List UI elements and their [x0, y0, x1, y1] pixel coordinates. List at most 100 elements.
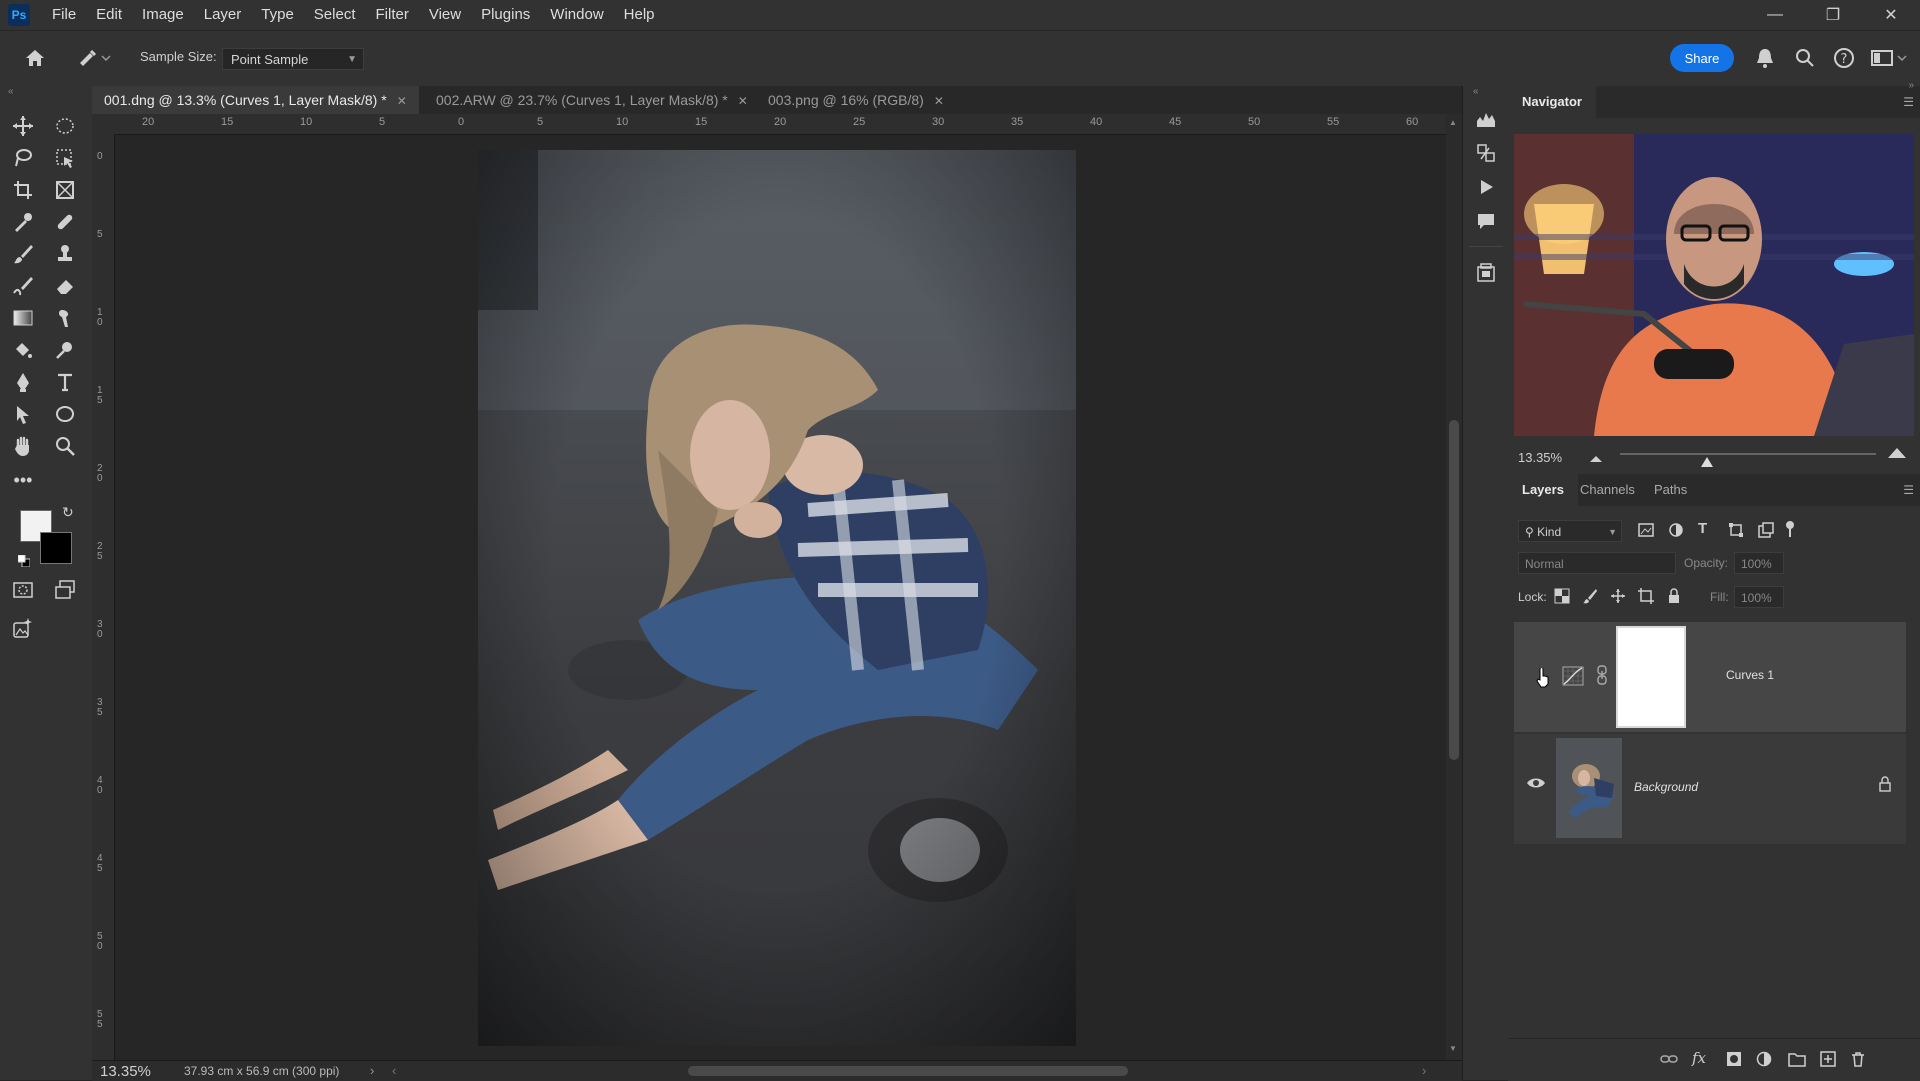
history-brush-tool-icon[interactable]: [8, 272, 38, 300]
document-canvas[interactable]: [116, 135, 1446, 1060]
lock-all-icon[interactable]: [1666, 588, 1682, 604]
scroll-up-icon[interactable]: ▲: [1449, 118, 1457, 127]
mask-link-icon[interactable]: [1596, 664, 1608, 686]
navigator-zoom-slider[interactable]: [1620, 453, 1876, 455]
tab-002-arw[interactable]: 002.ARW @ 23.7% (Curves 1, Layer Mask/8)…: [424, 86, 760, 114]
menu-view[interactable]: View: [419, 0, 471, 30]
new-adjustment-layer-icon[interactable]: [1756, 1051, 1772, 1067]
collapse-icon[interactable]: «: [8, 86, 14, 97]
sample-size-select[interactable]: Point Sample ▼: [222, 48, 364, 70]
lock-artboard-icon[interactable]: [1638, 588, 1654, 604]
histogram-icon[interactable]: [1473, 106, 1499, 132]
layer-row-curves[interactable]: Curves 1: [1514, 622, 1906, 732]
menu-file[interactable]: File: [42, 0, 86, 30]
eye-icon[interactable]: [1526, 776, 1546, 790]
libraries-icon[interactable]: [1473, 260, 1499, 286]
horizontal-scrollbar-thumb[interactable]: [688, 1066, 1128, 1076]
scroll-down-icon[interactable]: ▼: [1449, 1044, 1457, 1053]
menu-select[interactable]: Select: [304, 0, 366, 30]
type-tool-icon[interactable]: [50, 368, 80, 396]
menu-filter[interactable]: Filter: [366, 0, 419, 30]
filter-type-icon[interactable]: T: [1698, 520, 1707, 537]
filter-shape-icon[interactable]: [1728, 522, 1744, 538]
opacity-field[interactable]: 100%: [1734, 552, 1784, 574]
scrollbar-thumb[interactable]: [1449, 420, 1459, 760]
fill-field[interactable]: 100%: [1734, 586, 1784, 608]
tab-001-dng[interactable]: 001.dng @ 13.3% (Curves 1, Layer Mask/8)…: [92, 86, 419, 114]
comments-icon[interactable]: [1473, 208, 1499, 234]
filter-smart-object-icon[interactable]: [1758, 522, 1774, 538]
panel-menu-icon[interactable]: ☰: [1903, 95, 1914, 109]
menu-type[interactable]: Type: [251, 0, 304, 30]
notification-bell-icon[interactable]: [1754, 46, 1776, 70]
new-group-icon[interactable]: [1788, 1051, 1806, 1067]
share-button[interactable]: Share: [1670, 44, 1734, 72]
panel-menu-icon[interactable]: ☰: [1903, 483, 1914, 497]
add-mask-icon[interactable]: [1726, 1051, 1742, 1067]
marquee-tool-icon[interactable]: [50, 112, 80, 140]
navigator-preview[interactable]: [1514, 134, 1914, 436]
zoom-tool-icon[interactable]: [50, 432, 80, 460]
adjustments-icon[interactable]: [1473, 140, 1499, 166]
zoom-in-icon[interactable]: [1886, 444, 1908, 460]
menu-plugins[interactable]: Plugins: [471, 0, 540, 30]
workspace-icon[interactable]: [1870, 46, 1910, 70]
smudge-tool-icon[interactable]: [50, 304, 80, 332]
crop-tool-icon[interactable]: [8, 176, 38, 204]
menu-help[interactable]: Help: [614, 0, 665, 30]
layer-name[interactable]: Curves 1: [1726, 668, 1774, 682]
document-image[interactable]: [478, 150, 1076, 1046]
paint-bucket-tool-icon[interactable]: [8, 336, 38, 364]
menu-image[interactable]: Image: [132, 0, 194, 30]
lock-position-icon[interactable]: [1610, 588, 1626, 604]
home-icon[interactable]: [22, 45, 48, 71]
restore-icon[interactable]: ❐: [1804, 0, 1862, 30]
scroll-left-icon[interactable]: ‹: [392, 1063, 396, 1078]
zoom-slider-handle[interactable]: [1701, 454, 1713, 467]
move-tool-icon[interactable]: [8, 112, 38, 140]
healing-brush-tool-icon[interactable]: [50, 208, 80, 236]
layer-mask-thumbnail[interactable]: [1616, 626, 1686, 728]
zoom-level[interactable]: 13.35%: [100, 1063, 151, 1080]
close-tab-icon[interactable]: ✕: [397, 94, 407, 108]
collapse-icon[interactable]: «: [1473, 86, 1479, 97]
tab-navigator[interactable]: Navigator: [1508, 86, 1596, 118]
lock-transparent-icon[interactable]: [1554, 588, 1570, 604]
screen-mode-icon[interactable]: [50, 576, 80, 604]
lasso-tool-icon[interactable]: [8, 144, 38, 172]
layer-filter-select[interactable]: ⚲ Kind ▼: [1518, 520, 1622, 542]
dodge-tool-icon[interactable]: [50, 336, 80, 364]
gradient-tool-icon[interactable]: [8, 304, 38, 332]
swap-colors-icon[interactable]: ↻: [62, 504, 74, 521]
filter-pixel-icon[interactable]: [1638, 522, 1654, 538]
layer-name[interactable]: Background: [1634, 780, 1698, 794]
new-layer-icon[interactable]: [1820, 1051, 1836, 1067]
eyedropper-preset-icon[interactable]: [74, 45, 114, 71]
filter-toggle-icon[interactable]: [1784, 520, 1796, 538]
delete-layer-icon[interactable]: [1850, 1051, 1866, 1067]
play-actions-icon[interactable]: [1473, 174, 1499, 200]
link-layers-icon[interactable]: [1660, 1051, 1678, 1067]
vertical-scrollbar[interactable]: ▲ ▼: [1446, 114, 1462, 1060]
pen-tool-icon[interactable]: [8, 368, 38, 396]
layer-effects-icon[interactable]: fx: [1692, 1049, 1706, 1067]
eyedropper-tool-icon[interactable]: [8, 208, 38, 236]
frame-tool-icon[interactable]: [50, 176, 80, 204]
navigator-zoom-value[interactable]: 13.35%: [1518, 450, 1562, 465]
clone-stamp-tool-icon[interactable]: [50, 240, 80, 268]
tab-channels[interactable]: Channels: [1566, 474, 1649, 506]
close-icon[interactable]: ✕: [1862, 0, 1920, 30]
search-icon[interactable]: [1794, 46, 1816, 70]
layer-row-background[interactable]: Background: [1514, 734, 1906, 844]
tab-paths[interactable]: Paths: [1640, 474, 1701, 506]
menu-edit[interactable]: Edit: [86, 0, 132, 30]
path-selection-tool-icon[interactable]: [8, 400, 38, 428]
blend-mode-select[interactable]: Normal: [1518, 552, 1676, 574]
more-tools-icon[interactable]: •••: [8, 466, 38, 494]
quick-mask-icon[interactable]: [8, 576, 38, 604]
close-tab-icon[interactable]: ✕: [934, 94, 944, 108]
brush-tool-icon[interactable]: [8, 240, 38, 268]
zoom-out-icon[interactable]: [1588, 450, 1604, 464]
lock-pixels-icon[interactable]: [1582, 588, 1598, 604]
generative-ai-icon[interactable]: [8, 614, 38, 642]
